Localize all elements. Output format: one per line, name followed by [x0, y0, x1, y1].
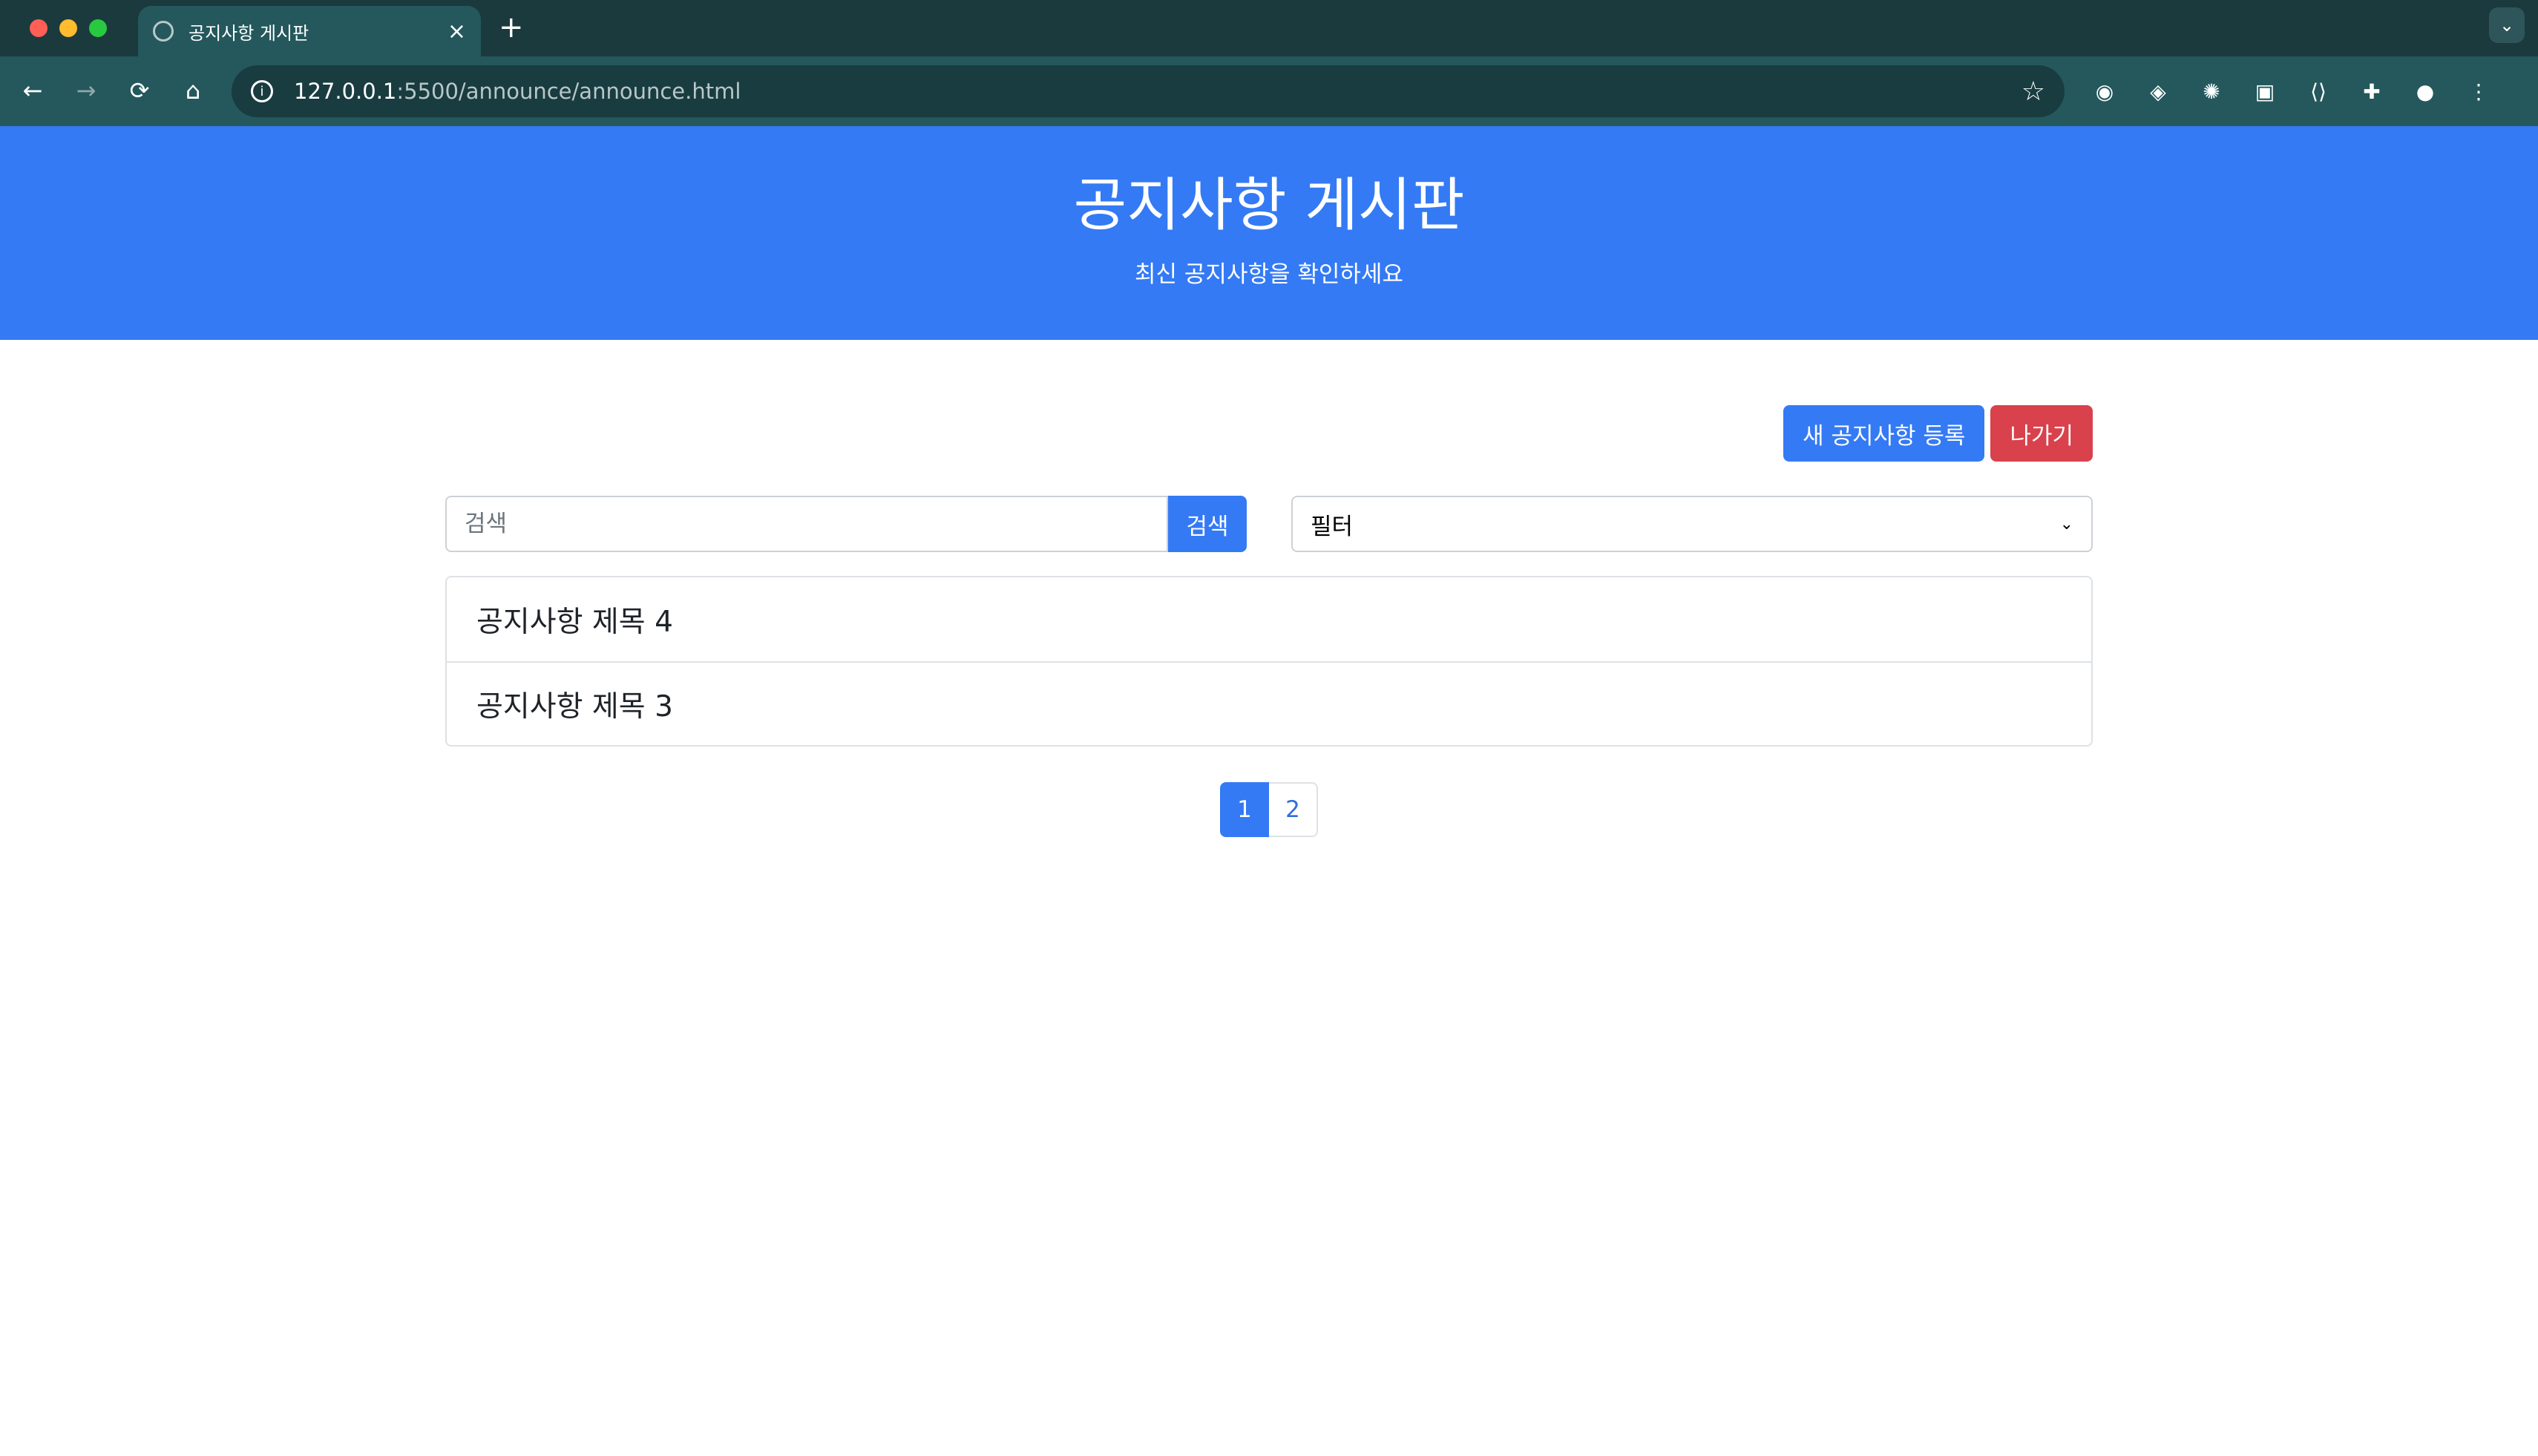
page-title: 공지사항 게시판 — [1073, 172, 1465, 239]
browser-tab[interactable]: 공지사항 게시판 × — [138, 6, 481, 56]
globe-icon — [153, 21, 174, 42]
extensions-area: ◉ ◈ ✺ ▣ ⟨⟩ ✚ ● ⋮ — [2078, 73, 2505, 110]
shield-extension-icon[interactable]: ◈ — [2131, 73, 2185, 110]
search-input[interactable] — [445, 496, 1168, 552]
ai-extension-icon[interactable]: ✺ — [2185, 73, 2238, 110]
search-filter-row: 검색 필터 ⌄ — [445, 496, 2093, 552]
page-header: 공지사항 게시판 최신 공지사항을 확인하세요 — [0, 126, 2538, 340]
close-icon[interactable]: × — [447, 19, 466, 45]
new-notice-button[interactable]: 새 공지사항 등록 — [1783, 405, 1985, 462]
notice-list: 공지사항 제목 4 공지사항 제목 3 — [445, 576, 2093, 747]
list-item[interactable]: 공지사항 제목 3 — [447, 661, 2091, 745]
dev-extension-icon[interactable]: ⟨⟩ — [2292, 73, 2345, 110]
filter-select[interactable]: 필터 ⌄ — [1291, 496, 2093, 552]
action-buttons: 새 공지사항 등록 나가기 — [445, 405, 2093, 462]
tab-search-button[interactable]: ⌄ — [2489, 7, 2525, 43]
record-extension-icon[interactable]: ▣ — [2238, 73, 2292, 110]
close-window-button[interactable] — [30, 19, 47, 37]
exit-button[interactable]: 나가기 — [1990, 405, 2093, 462]
url-path: :5500/announce/announce.html — [396, 79, 741, 104]
filter-selected-value: 필터 — [1311, 513, 1354, 540]
camera-extension-icon[interactable]: ◉ — [2078, 73, 2131, 110]
address-bar[interactable]: i 127.0.0.1 :5500/announce/announce.html… — [232, 65, 2065, 117]
home-button[interactable]: ⌂ — [177, 74, 209, 107]
maximize-window-button[interactable] — [89, 19, 107, 37]
minimize-window-button[interactable] — [59, 19, 77, 37]
browser-tab-strip: 공지사항 게시판 × + ⌄ — [0, 0, 2538, 56]
pagination: 1 2 — [445, 782, 2093, 837]
page-button-1[interactable]: 1 — [1220, 782, 1269, 837]
page-button-2[interactable]: 2 — [1269, 782, 1318, 837]
forward-button[interactable]: → — [70, 74, 102, 107]
url-host: 127.0.0.1 — [294, 79, 397, 104]
tab-title: 공지사항 게시판 — [188, 22, 309, 44]
avatar[interactable]: ● — [2398, 73, 2452, 110]
window-controls — [30, 19, 107, 37]
reload-button[interactable]: ⟳ — [123, 74, 156, 107]
puzzle-icon[interactable]: ✚ — [2345, 73, 2398, 110]
bookmark-star-icon[interactable]: ☆ — [2021, 76, 2045, 107]
site-info-icon[interactable]: i — [251, 80, 273, 102]
new-tab-button[interactable]: + — [499, 10, 524, 45]
search-group: 검색 — [445, 496, 1247, 552]
search-button[interactable]: 검색 — [1168, 496, 1247, 552]
list-item[interactable]: 공지사항 제목 4 — [447, 577, 2091, 661]
more-menu-icon[interactable]: ⋮ — [2452, 73, 2505, 110]
back-button[interactable]: ← — [16, 74, 49, 107]
chevron-down-icon: ⌄ — [2059, 514, 2073, 534]
browser-toolbar: ← → ⟳ ⌂ i 127.0.0.1 :5500/announce/annou… — [0, 56, 2538, 126]
main-content: 새 공지사항 등록 나가기 검색 필터 ⌄ 공지사항 제목 4 공지사항 제목 … — [445, 405, 2093, 837]
page-subtitle: 최신 공지사항을 확인하세요 — [1135, 261, 1403, 288]
